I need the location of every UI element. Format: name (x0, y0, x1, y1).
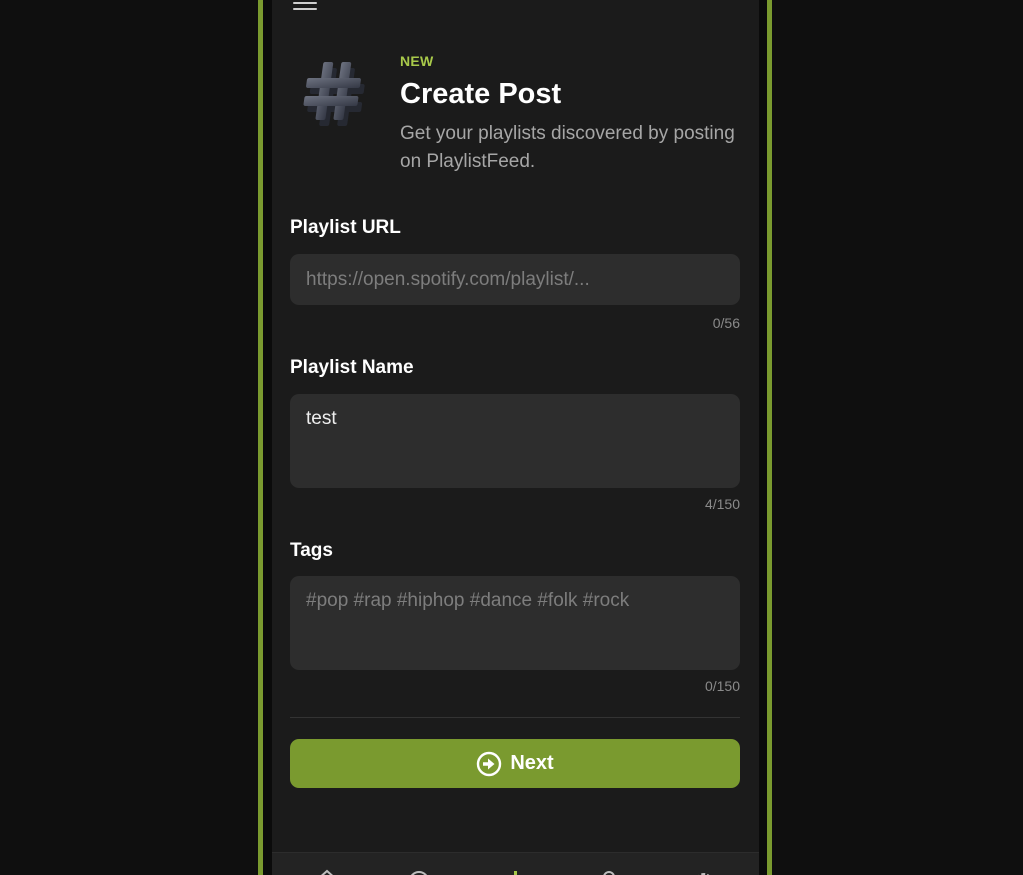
app-stage: NEW Create Post Get your playlists disco… (0, 0, 1023, 875)
next-button[interactable]: Next (290, 739, 740, 788)
playlist-name-label: Playlist Name (290, 357, 414, 378)
new-badge: NEW (400, 53, 434, 69)
page-title: Create Post (400, 78, 562, 110)
bottom-nav (272, 852, 759, 875)
playlist-name-counter: 4/150 (704, 496, 740, 512)
page-header: NEW Create Post Get your playlists disco… (400, 53, 740, 176)
playlist-url-label: Playlist URL (290, 217, 401, 238)
playlist-name-input[interactable]: test (290, 394, 740, 488)
next-button-label: Next (510, 752, 554, 774)
playlist-url-input[interactable] (290, 254, 740, 305)
settings-icon[interactable] (692, 867, 716, 875)
explore-icon[interactable] (407, 867, 431, 875)
page-subtitle: Get your playlists discovered by posting… (400, 123, 735, 172)
create-icon[interactable] (504, 867, 528, 875)
hashtag-logo-icon (303, 62, 365, 126)
app-screen: NEW Create Post Get your playlists disco… (272, 0, 759, 875)
tags-input[interactable] (290, 576, 740, 670)
arrow-right-circle-icon (477, 751, 502, 776)
profile-icon[interactable] (597, 867, 621, 875)
tags-counter: 0/150 (704, 678, 740, 694)
home-icon[interactable] (315, 867, 339, 875)
hamburger-menu-icon[interactable] (293, 0, 317, 10)
tags-label: Tags (290, 540, 333, 561)
form-divider (290, 717, 740, 718)
playlist-url-counter: 0/56 (712, 315, 740, 331)
